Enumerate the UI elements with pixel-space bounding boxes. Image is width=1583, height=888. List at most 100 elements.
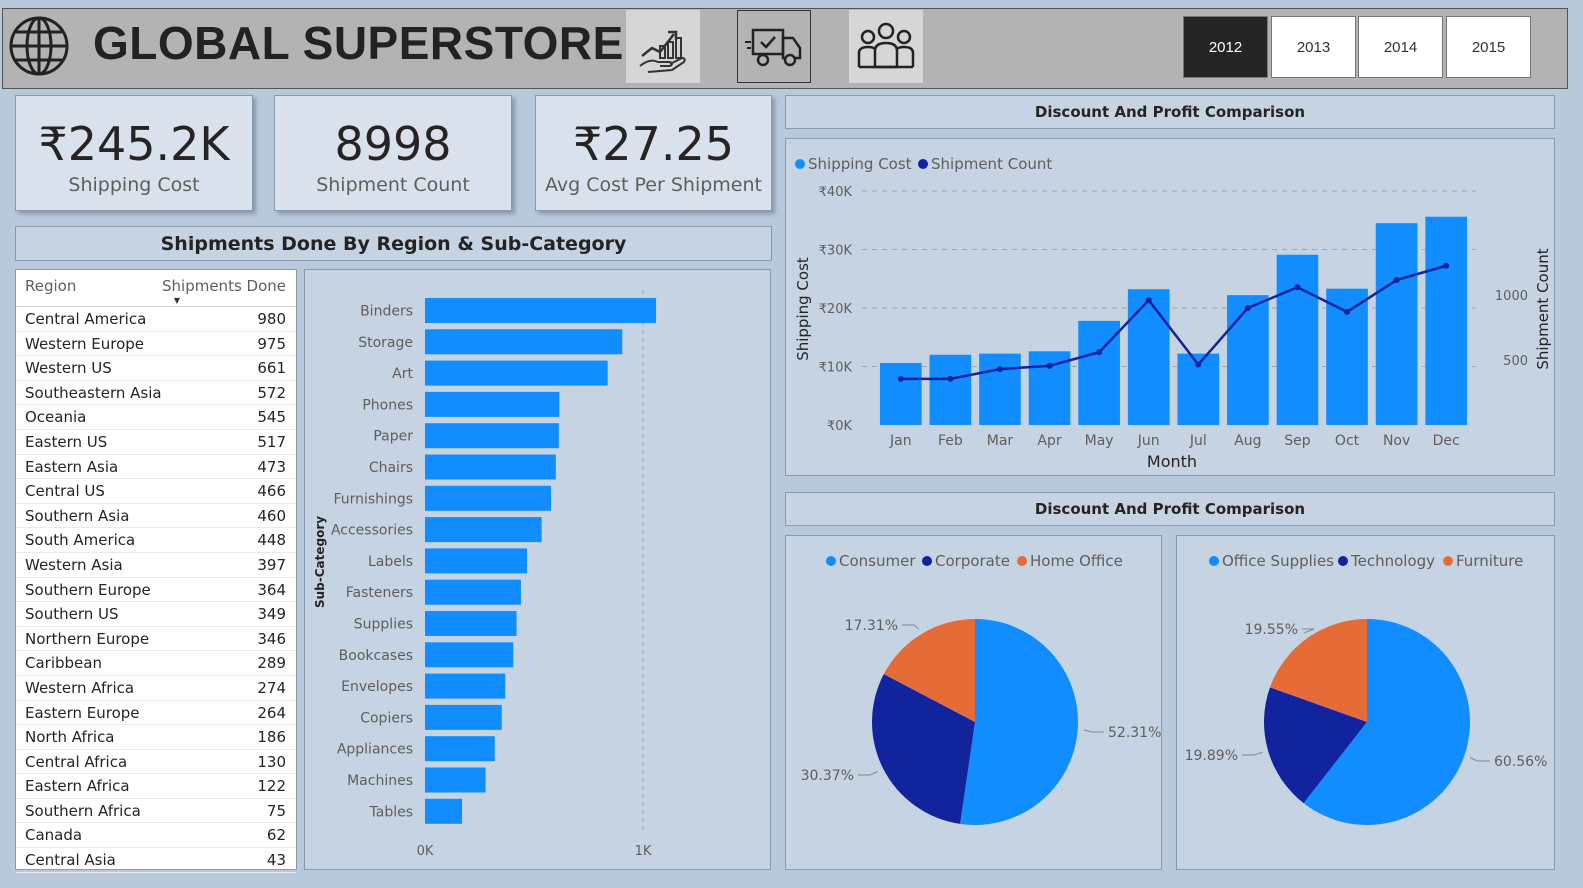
bar[interactable] xyxy=(1276,254,1319,425)
x-tick-label: Apr xyxy=(1037,433,1061,449)
bar[interactable] xyxy=(425,548,528,574)
subcategory-bar-panel: Binders Storage Art Phones Paper Chairs Furnis… xyxy=(304,269,771,870)
table-row[interactable]: Eastern Europe 264 xyxy=(16,701,296,726)
bar[interactable] xyxy=(979,353,1021,425)
bar[interactable] xyxy=(1127,289,1170,425)
bar[interactable] xyxy=(425,736,495,762)
category-label: Bookcases xyxy=(339,648,413,664)
leader-line xyxy=(902,624,919,630)
segment-pie-chart[interactable]: Consumer Corporate Home Office 52.31% 30.37%… xyxy=(786,536,1163,871)
category-pie-chart[interactable]: Office Supplies Technology Furniture 60.56%… xyxy=(1177,536,1556,871)
region-cell: Oceania xyxy=(25,408,87,427)
legend-label: Furniture xyxy=(1456,552,1523,570)
line-point xyxy=(1344,308,1351,315)
bar[interactable] xyxy=(1227,295,1269,425)
category-label: Fasteners xyxy=(346,585,413,601)
table-row[interactable]: Southern Europe 364 xyxy=(16,578,296,603)
shipments-cell: 62 xyxy=(266,826,286,845)
pie-slice[interactable] xyxy=(960,619,1078,825)
table-row[interactable]: Southeastern Asia 572 xyxy=(16,381,296,406)
line-point xyxy=(1046,362,1053,369)
bar[interactable] xyxy=(425,454,556,480)
bar[interactable] xyxy=(425,391,560,417)
bar[interactable] xyxy=(425,704,502,730)
shipments-cell: 43 xyxy=(266,851,286,870)
bar[interactable] xyxy=(425,360,608,386)
table-row[interactable]: Eastern US 517 xyxy=(16,430,296,455)
table-row[interactable]: Southern Africa 75 xyxy=(16,799,296,824)
bar[interactable] xyxy=(879,362,922,425)
bar[interactable] xyxy=(425,673,506,699)
table-row[interactable]: Southern US 349 xyxy=(16,602,296,627)
table-row[interactable]: North Africa 186 xyxy=(16,725,296,750)
shipments-cell: 289 xyxy=(257,654,286,673)
month-combo-chart[interactable]: Shipping Cost Shipment Count ₹0K ₹10K ₹20K ₹3… xyxy=(786,139,1556,477)
month-combo-panel: Shipping Cost Shipment Count ₹0K ₹10K ₹20K ₹3… xyxy=(785,138,1555,476)
region-cell: Southeastern Asia xyxy=(25,383,162,402)
year-button-2014[interactable]: 2014 xyxy=(1358,16,1443,78)
table-row[interactable]: South America 448 xyxy=(16,528,296,553)
bar[interactable] xyxy=(425,517,542,543)
table-row[interactable]: Canada 62 xyxy=(16,823,296,849)
growth-chart-nav-button[interactable] xyxy=(626,10,700,83)
line-point xyxy=(1195,361,1202,368)
line-point xyxy=(947,375,954,382)
sort-descending-icon: ▼ xyxy=(173,296,180,305)
kpi-label: Shipping Cost xyxy=(68,174,200,196)
region-column-header[interactable]: Region xyxy=(25,277,76,295)
year-button-2015[interactable]: 2015 xyxy=(1446,16,1531,78)
bar[interactable] xyxy=(425,579,521,605)
table-row[interactable]: Southern Asia 460 xyxy=(16,504,296,529)
table-row[interactable]: Caribbean 289 xyxy=(16,651,296,676)
y2-axis-title: Shipment Count xyxy=(1534,248,1552,369)
shipments-column-header[interactable]: Shipments Done xyxy=(162,277,286,295)
table-row[interactable]: Eastern Africa 122 xyxy=(16,774,296,799)
bar[interactable] xyxy=(1425,216,1468,425)
category-label: Chairs xyxy=(369,460,413,476)
table-row[interactable]: Central US 466 xyxy=(16,479,296,504)
table-row[interactable]: Central Asia 43 xyxy=(16,848,296,873)
bar[interactable] xyxy=(929,354,972,425)
table-row[interactable]: Northern Europe 346 xyxy=(16,627,296,652)
table-row[interactable]: Central America 980 xyxy=(16,307,296,332)
bar[interactable] xyxy=(425,423,559,449)
y-tick-label: ₹0K xyxy=(827,419,853,434)
bar[interactable] xyxy=(425,485,552,511)
table-row[interactable]: Western Europe 975 xyxy=(16,332,296,357)
bar[interactable] xyxy=(425,767,486,793)
legend-label: Corporate xyxy=(935,552,1010,570)
bar[interactable] xyxy=(425,329,623,355)
category-label: Supplies xyxy=(354,617,413,633)
table-row[interactable]: Western US 661 xyxy=(16,356,296,381)
bar[interactable] xyxy=(425,798,463,824)
slice-label: 30.37% xyxy=(801,768,854,784)
table-row[interactable]: Western Asia 397 xyxy=(16,553,296,578)
table-row[interactable]: Central Africa 130 xyxy=(16,750,296,775)
bar[interactable] xyxy=(425,611,517,636)
x-tick-label: Dec xyxy=(1433,433,1460,449)
shipments-cell: 980 xyxy=(257,310,286,328)
region-cell: Eastern US xyxy=(25,432,108,451)
segment-pie-panel: Consumer Corporate Home Office 52.31% 30.37%… xyxy=(785,535,1162,870)
table-row[interactable]: Western Africa 274 xyxy=(16,676,296,701)
table-row[interactable]: Eastern Asia 473 xyxy=(16,455,296,480)
leader-line xyxy=(858,771,879,776)
x-tick-label: Jun xyxy=(1137,433,1160,449)
legend-marker xyxy=(918,159,928,169)
bar[interactable] xyxy=(425,642,514,668)
bar[interactable] xyxy=(425,298,657,323)
shipments-cell: 545 xyxy=(257,408,286,427)
year-button-2013[interactable]: 2013 xyxy=(1271,16,1356,78)
subcategory-bar-chart[interactable]: Binders Storage Art Phones Paper Chairs Furnis… xyxy=(305,270,772,871)
shipments-cell: 473 xyxy=(257,457,286,476)
kpi-avg-cost: ₹27.25 Avg Cost Per Shipment xyxy=(535,95,772,211)
delivery-nav-button[interactable] xyxy=(737,10,811,83)
leader-line xyxy=(1083,729,1104,733)
x-tick-label: Oct xyxy=(1335,433,1360,449)
legend-label: Shipment Count xyxy=(931,155,1052,173)
x-tick-label: May xyxy=(1085,433,1114,449)
year-button-2012[interactable]: 2012 xyxy=(1183,16,1268,78)
table-row[interactable]: Oceania 545 xyxy=(16,405,296,430)
customers-nav-button[interactable] xyxy=(849,10,923,83)
bar[interactable] xyxy=(1375,223,1418,425)
